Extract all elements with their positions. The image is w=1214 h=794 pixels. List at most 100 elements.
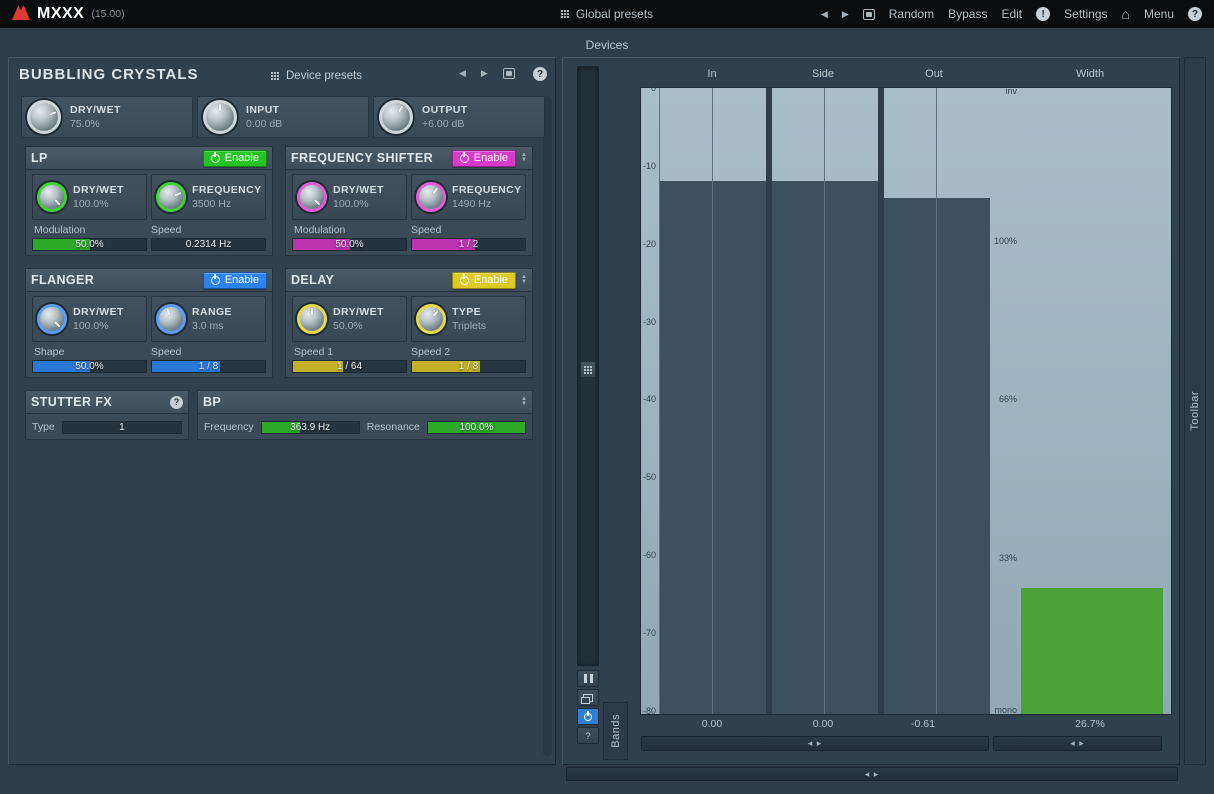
- slider-value: 1 / 64: [293, 361, 406, 372]
- knob-label: FREQUENCY: [192, 184, 262, 196]
- input-knob[interactable]: [203, 100, 237, 134]
- frequency-knob[interactable]: [416, 182, 446, 212]
- modulation-slider[interactable]: 50.0%: [292, 238, 407, 251]
- app-title: MXXX: [37, 5, 84, 23]
- dry-wet-knob[interactable]: [27, 100, 61, 134]
- enable-button[interactable]: Enable: [203, 272, 267, 289]
- speed-slider[interactable]: 0.2314 Hz: [151, 238, 266, 251]
- enable-button[interactable]: Enable: [452, 150, 516, 167]
- shape-slider[interactable]: 50.0%: [32, 360, 147, 373]
- modules-grid: LP Enable DRY/WET 100.0%: [25, 146, 533, 546]
- meter-bar-fill: [713, 181, 766, 714]
- global-presets-button[interactable]: Global presets: [561, 0, 653, 28]
- enable-label: Enable: [225, 274, 259, 286]
- scale-tick: -50: [643, 472, 656, 482]
- edit-button[interactable]: Edit: [1001, 7, 1022, 21]
- device-help-icon[interactable]: ?: [533, 67, 547, 81]
- tab-bands[interactable]: Bands: [603, 702, 628, 760]
- slider-label: Shape: [32, 346, 149, 358]
- popup-window-button[interactable]: [577, 689, 599, 706]
- module-body: Type 1: [25, 414, 189, 440]
- module-body: Frequency 363.9 Hz Resonance 100.0%: [197, 414, 533, 440]
- range-knob[interactable]: [156, 304, 186, 334]
- meter-bar-in-right: [713, 88, 766, 714]
- speed-slider[interactable]: 1 / 2: [411, 238, 526, 251]
- device-preset-manager-icon[interactable]: [503, 68, 515, 79]
- output-knob[interactable]: [379, 100, 413, 134]
- menu-button[interactable]: Menu: [1144, 7, 1174, 21]
- knob-label: OUTPUT: [422, 104, 468, 116]
- meter-scrollbar-right[interactable]: ◂ ▸: [993, 736, 1162, 751]
- power-icon: [584, 713, 592, 721]
- meter-help-button[interactable]: ?: [577, 727, 599, 744]
- meter-bar-fill: [772, 181, 824, 714]
- device-panel-scrollbar[interactable]: [543, 96, 552, 756]
- module-header: STUTTER FX ?: [25, 390, 189, 414]
- device-name: BUBBLING CRYSTALS: [19, 66, 199, 83]
- preset-manager-icon[interactable]: [863, 9, 875, 20]
- dry-wet-knob[interactable]: [297, 182, 327, 212]
- meter-bar-fill: [884, 198, 936, 714]
- module-spinner[interactable]: ▲ ▼: [521, 153, 527, 163]
- preset-prev-button[interactable]: ◀: [821, 9, 828, 20]
- preset-next-button[interactable]: ▶: [842, 9, 849, 20]
- meter-power-button[interactable]: [577, 708, 599, 725]
- meter-scrollbar-left[interactable]: ◂ ▸: [641, 736, 989, 751]
- scale-tick: inv: [1005, 86, 1017, 96]
- scale-tick: -80: [643, 706, 656, 716]
- device-preset-prev-button[interactable]: ◀: [459, 68, 466, 79]
- home-icon[interactable]: ⌂: [1122, 7, 1130, 21]
- meter-zoom-slider[interactable]: [577, 66, 599, 666]
- dry-wet-knob[interactable]: [37, 182, 67, 212]
- scroll-handle-icon: ◂ ▸: [1070, 738, 1085, 749]
- tab-devices[interactable]: Devices: [0, 38, 1214, 52]
- frequency-slider[interactable]: 363.9 Hz: [261, 421, 360, 434]
- resonance-slider[interactable]: 100.0%: [427, 421, 526, 434]
- enable-button[interactable]: Enable: [203, 150, 267, 167]
- scale-tick: 66%: [999, 394, 1017, 404]
- horizontal-scrollbar[interactable]: ◂ ▸: [566, 767, 1178, 781]
- slider-value: 50.0%: [33, 361, 146, 372]
- stutter-help-icon[interactable]: ?: [170, 396, 183, 409]
- device-presets-button[interactable]: Device presets: [271, 70, 362, 82]
- spinner-down-icon[interactable]: ▼: [521, 158, 527, 163]
- meter-label-side: Side: [812, 68, 834, 80]
- module-frequency-shifter: FREQUENCY SHIFTER Enable ▲ ▼: [285, 146, 533, 256]
- settings-button[interactable]: Settings: [1064, 7, 1107, 21]
- speed2-slider[interactable]: 1 / 8: [411, 360, 526, 373]
- scale-tick: 0: [651, 83, 656, 93]
- dry-wet-knob[interactable]: [297, 304, 327, 334]
- slider-label: Modulation: [292, 224, 409, 236]
- type-knob[interactable]: [416, 304, 446, 334]
- pause-button[interactable]: [577, 670, 599, 687]
- module-spinner[interactable]: ▲ ▼: [521, 275, 527, 285]
- module-title: STUTTER FX: [31, 395, 112, 409]
- meter-options-button[interactable]: [580, 361, 596, 378]
- knob-value: 100.0%: [333, 198, 384, 210]
- modulation-slider[interactable]: 50.0%: [32, 238, 147, 251]
- tab-toolbar[interactable]: Toolbar: [1184, 57, 1206, 765]
- enable-button[interactable]: Enable: [452, 272, 516, 289]
- speed1-slider[interactable]: 1 / 64: [292, 360, 407, 373]
- module-body: DRY/WET 50.0% TYPE Triplets: [285, 292, 533, 378]
- dry-wet-knob[interactable]: [37, 304, 67, 334]
- frequency-knob[interactable]: [156, 182, 186, 212]
- bypass-button[interactable]: Bypass: [948, 7, 987, 21]
- warning-icon[interactable]: !: [1036, 7, 1050, 21]
- knob-cell: DRY/WET 100.0%: [32, 174, 147, 220]
- power-icon: [211, 276, 220, 285]
- module-header: BP ▲ ▼: [197, 390, 533, 414]
- speed-slider[interactable]: 1 / 8: [151, 360, 266, 373]
- type-slider[interactable]: 1: [62, 421, 182, 434]
- title-bar: MXXX (15.00) Global presets ◀ ▶ Random B…: [0, 0, 1214, 28]
- help-icon[interactable]: ?: [1188, 7, 1202, 21]
- device-preset-next-button[interactable]: ▶: [481, 68, 488, 79]
- random-button[interactable]: Random: [889, 7, 934, 21]
- main-window: Devices BUBBLING CRYSTALS Device presets…: [0, 28, 1214, 794]
- module-spinner[interactable]: ▲ ▼: [521, 397, 527, 407]
- readout-in: 0.00: [702, 718, 722, 730]
- spinner-down-icon[interactable]: ▼: [521, 402, 527, 407]
- master-controls: DRY/WET 75.0% INPUT 0.00 dB OUTPUT +6.: [21, 96, 545, 138]
- knob-label: DRY/WET: [70, 104, 121, 116]
- spinner-down-icon[interactable]: ▼: [521, 280, 527, 285]
